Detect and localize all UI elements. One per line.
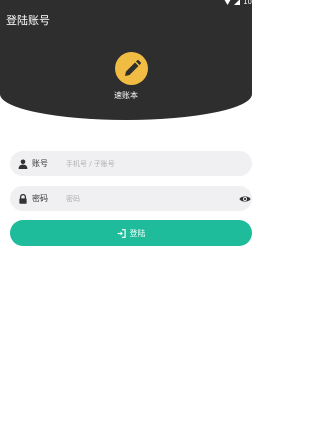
account-field[interactable]: 账号 [10,151,252,176]
status-bar: 10 [0,0,252,10]
page-title: 登陆账号 [6,14,50,27]
account-input[interactable] [66,155,226,172]
lock-icon [19,194,27,204]
wifi-icon [224,0,231,5]
password-input[interactable] [66,190,226,207]
login-button[interactable]: 登陆 [10,220,252,246]
signal-icon [234,0,241,5]
password-label: 密码 [32,194,48,203]
eye-icon[interactable] [239,194,251,204]
user-icon [18,159,28,169]
status-icons: 10 [224,0,252,6]
status-time: 10 [243,0,252,6]
app-logo [115,52,148,85]
header: 10 登陆账号 速账本 [0,0,252,120]
login-label: 登陆 [129,228,146,238]
account-label: 账号 [32,159,48,168]
pencil-icon [124,59,141,76]
login-icon [117,228,126,238]
app-name: 速账本 [114,91,138,100]
password-field[interactable]: 密码 [10,186,252,211]
